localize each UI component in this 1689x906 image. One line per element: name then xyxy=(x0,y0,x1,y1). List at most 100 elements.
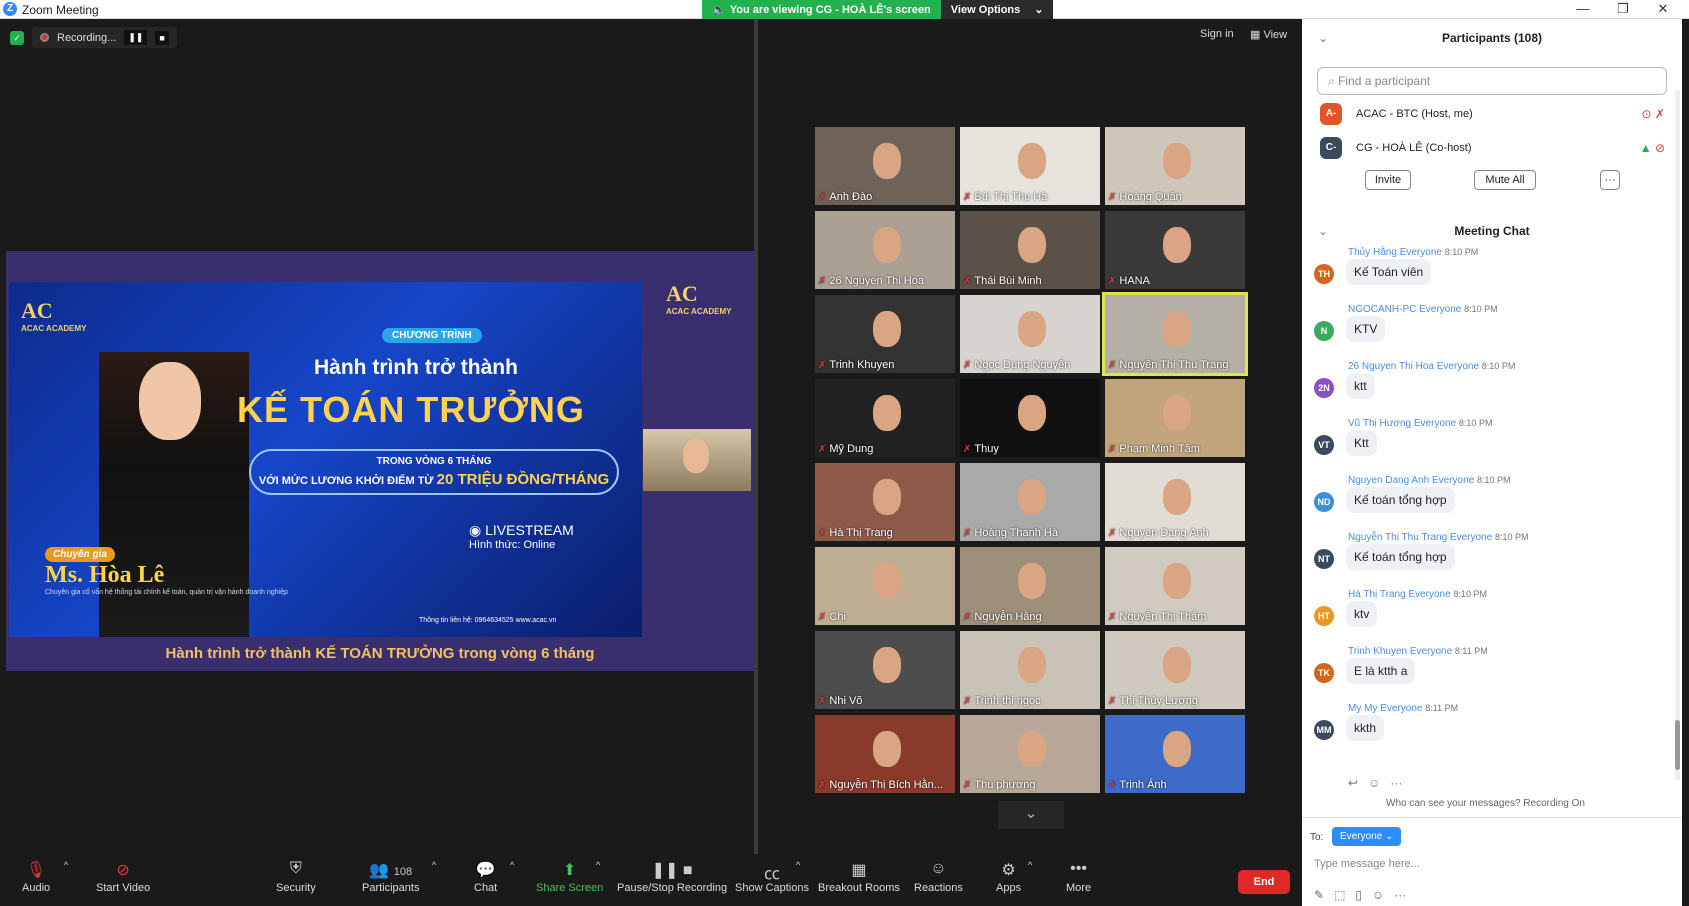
stop-recording-button[interactable]: ■ xyxy=(155,30,169,45)
start-video-button[interactable]: ⊘ Start Video xyxy=(96,860,150,894)
format-icon[interactable]: ✎ xyxy=(1314,888,1324,902)
sender-avatar: MM xyxy=(1314,720,1334,740)
pause-recording-button[interactable]: ❚❚ xyxy=(124,30,148,45)
audio-button[interactable]: 🎙 Audio xyxy=(22,860,50,894)
view-options-button[interactable]: View Options ⌄ xyxy=(940,0,1054,19)
mic-muted-icon[interactable]: ⊙ ✗ xyxy=(1642,107,1665,121)
reply-icon[interactable]: ↩ xyxy=(1348,776,1358,790)
sender-name[interactable]: Hà Thị Trang xyxy=(1348,589,1406,600)
participants-more-button[interactable]: ··· xyxy=(1600,170,1620,190)
minimize-button[interactable]: — xyxy=(1563,0,1603,19)
video-tile[interactable]: ✗ Mỹ Dung xyxy=(815,379,955,457)
video-tile[interactable]: ✗ Nguyễn Hằng xyxy=(960,547,1100,625)
audio-options-caret[interactable]: ^ xyxy=(64,860,68,870)
more-actions-icon[interactable]: ··· xyxy=(1390,776,1402,790)
participants-button[interactable]: 👥 108 Participants xyxy=(362,860,419,894)
video-tile[interactable]: ✗ Trinh Khuyen xyxy=(815,295,955,373)
sender-name[interactable]: Vũ Thị Hương xyxy=(1348,418,1411,429)
invite-button[interactable]: Invite xyxy=(1365,170,1411,190)
sender-name[interactable]: My My xyxy=(1348,703,1377,714)
message-bubble[interactable]: KTV xyxy=(1346,316,1386,342)
video-tile[interactable]: ✗ Anh Đào xyxy=(815,127,955,205)
participant-face xyxy=(1018,143,1046,179)
video-tile[interactable]: ✗ Nhi Võ xyxy=(815,631,955,709)
video-tile[interactable]: ✗ Nguyễn Thị Thắm xyxy=(1105,547,1245,625)
video-tile[interactable]: ✗ Nguyễn Thị Bích Hằn... xyxy=(815,715,955,793)
recipient-dropdown[interactable]: Everyone ⌄ xyxy=(1332,827,1402,846)
sender-name[interactable]: Trinh Khuyen xyxy=(1348,646,1407,657)
participant-row-cohost[interactable]: C- CG - HOÀ LÊ (Co-host) ▲ ⊘ xyxy=(1320,137,1665,159)
video-tile[interactable]: ✗ Phạm Minh Tâm xyxy=(1105,379,1245,457)
mute-all-button[interactable]: Mute All xyxy=(1474,170,1536,190)
tile-name-tag: ✗ Trịnh thị ngọc xyxy=(963,695,1041,707)
video-tile[interactable]: ✗ Thu phương xyxy=(960,715,1100,793)
message-bubble[interactable]: Ktt xyxy=(1346,430,1377,456)
video-tile[interactable]: ✗ Ngọc Dung Nguyễn xyxy=(960,295,1100,373)
collapse-chat-icon[interactable]: ⌄ xyxy=(1318,224,1328,238)
sender-name[interactable]: Nguyễn Thị Thu Trang xyxy=(1348,532,1447,543)
video-tile[interactable]: ✗ Trịnh Ánh xyxy=(1105,715,1245,793)
apps-button[interactable]: ⚙ Apps xyxy=(996,860,1021,894)
gallery-scroll-down-button[interactable]: ⌄ xyxy=(998,801,1064,829)
more-icon[interactable]: ··· xyxy=(1394,888,1406,902)
close-button[interactable]: ✕ xyxy=(1643,0,1683,19)
message-bubble[interactable]: kkth xyxy=(1346,715,1385,741)
security-button[interactable]: ⛨ Security xyxy=(276,860,316,894)
message-bubble[interactable]: ktv xyxy=(1346,601,1378,627)
split-divider[interactable] xyxy=(754,19,758,854)
captions-options-caret[interactable]: ^ xyxy=(796,860,800,870)
video-tile[interactable]: ✗ Hoàng Quân xyxy=(1105,127,1245,205)
chat-button[interactable]: 💬 Chat xyxy=(474,860,497,894)
message-bubble[interactable]: Kế toán tổng hợp xyxy=(1346,544,1455,570)
video-tile[interactable]: ✗ Trịnh thị ngọc xyxy=(960,631,1100,709)
more-button[interactable]: ••• More xyxy=(1066,860,1091,894)
breakout-rooms-button[interactable]: ▦ Breakout Rooms xyxy=(818,860,900,894)
participant-name: Thu phương xyxy=(974,779,1036,791)
find-participant-input[interactable]: ⌕ Find a participant xyxy=(1317,67,1667,95)
encryption-shield-icon[interactable]: ✓ xyxy=(10,30,24,45)
pause-stop-recording-button[interactable]: ❚❚ ■ Pause/Stop Recording xyxy=(617,860,727,894)
collapse-participants-icon[interactable]: ⌄ xyxy=(1318,19,1328,57)
tile-name-tag: ✗ Trịnh Ánh xyxy=(1108,779,1167,791)
participants-options-caret[interactable]: ^ xyxy=(432,860,436,870)
message-bubble[interactable]: E là ktth a xyxy=(1346,658,1416,684)
tile-name-tag: ✗ Thuy xyxy=(963,443,999,455)
chat-options-caret[interactable]: ^ xyxy=(510,860,514,870)
emoji-react-icon[interactable]: ☺ xyxy=(1368,776,1380,790)
video-tile[interactable]: ✗ Hoàng Thanh Hà xyxy=(960,463,1100,541)
reactions-button[interactable]: ☺ Reactions xyxy=(914,860,963,894)
end-meeting-button[interactable]: End xyxy=(1238,870,1290,894)
video-tile[interactable]: ✗ Nguyễn Thị Thu Trang xyxy=(1102,292,1248,376)
share-options-caret[interactable]: ^ xyxy=(596,860,600,870)
presenter-video-thumbnail[interactable] xyxy=(643,429,751,491)
message-bubble[interactable]: ktt xyxy=(1346,373,1375,399)
message-bubble[interactable]: Kế toán tổng hợp xyxy=(1346,487,1455,513)
video-tile[interactable]: ✗ Thái Bùi Minh xyxy=(960,211,1100,289)
video-tile[interactable]: ✗ Nguyen Dang Anh xyxy=(1105,463,1245,541)
chat-scrollbar[interactable] xyxy=(1675,90,1680,780)
maximize-button[interactable]: ❐ xyxy=(1603,0,1643,19)
video-tile[interactable]: ✗ Thuy xyxy=(960,379,1100,457)
share-screen-button[interactable]: ⬆ Share Screen xyxy=(536,860,603,894)
video-tile[interactable]: ✗ HANA xyxy=(1105,211,1245,289)
sender-name[interactable]: Nguyen Dang Anh xyxy=(1348,475,1429,486)
video-tile[interactable]: ✗ 26 Nguyen Thi Hoa xyxy=(815,211,955,289)
video-tile[interactable]: ✗ Hà Thị Trang xyxy=(815,463,955,541)
view-button[interactable]: ▦ View xyxy=(1250,28,1287,41)
video-tile[interactable]: ✗ Chi xyxy=(815,547,955,625)
sender-name[interactable]: 26 Nguyen Thi Hoa xyxy=(1348,361,1434,372)
message-input[interactable]: Type message here... xyxy=(1314,858,1420,870)
video-tile[interactable]: ✗ Thị Thúy Lương xyxy=(1105,631,1245,709)
participant-row-host[interactable]: A- ACAC - BTC (Host, me) ⊙ ✗ xyxy=(1320,103,1665,125)
apps-options-caret[interactable]: ^ xyxy=(1028,860,1032,870)
screenshot-icon[interactable]: ⬚ xyxy=(1334,888,1345,902)
sender-name[interactable]: NGOCANH-PC xyxy=(1348,304,1416,315)
scroll-thumb[interactable] xyxy=(1675,720,1680,770)
sign-in-link[interactable]: Sign in xyxy=(1200,28,1234,40)
who-can-see-link[interactable]: Who can see your messages? Recording On xyxy=(1386,798,1585,809)
sender-name[interactable]: Thủy Hằng xyxy=(1348,247,1397,258)
message-bubble[interactable]: Kế Toán viên xyxy=(1346,259,1432,285)
file-icon[interactable]: ▯ xyxy=(1355,888,1362,902)
video-tile[interactable]: ✗ Bùi Thị Thu Hà xyxy=(960,127,1100,205)
emoji-icon[interactable]: ☺ xyxy=(1372,888,1384,902)
